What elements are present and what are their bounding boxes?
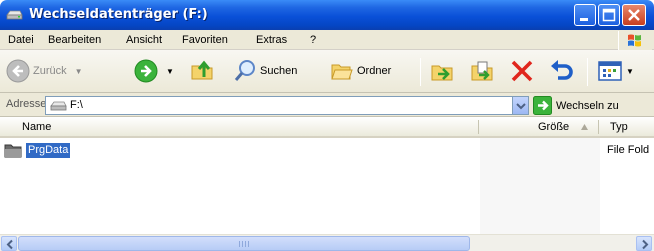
minimize-icon [580,18,588,21]
address-dropdown-button[interactable] [512,97,528,114]
menu-bar: Datei Bearbeiten Ansicht Favoriten Extra… [0,30,654,50]
undo-icon [551,60,573,80]
search-button[interactable]: Suchen [233,59,297,83]
forward-dropdown-icon[interactable]: ▼ [166,67,174,76]
toolbar-separator [420,58,421,86]
address-bar: Adresse F:\ Wechseln zu [0,93,654,117]
menu-datei[interactable]: Datei [8,34,34,46]
go-label: Wechseln zu [556,99,619,112]
maximize-button[interactable] [598,4,620,26]
delete-button[interactable] [509,58,535,84]
removable-drive-icon [6,10,23,20]
column-size[interactable]: Größe [538,121,569,133]
move-to-button[interactable] [430,58,456,84]
close-icon [628,9,640,21]
chevron-right-icon [642,239,649,250]
back-label: Zurück [33,65,67,77]
views-icon [598,61,622,81]
menu-bearbeiten[interactable]: Bearbeiten [48,34,101,46]
toolbar-separator [587,58,588,86]
column-type[interactable]: Typ [610,121,628,133]
views-dropdown-icon[interactable]: ▼ [626,67,634,76]
menu-ansicht[interactable]: Ansicht [126,34,162,46]
back-button[interactable]: Zurück ▼ [6,59,83,83]
folders-button[interactable]: Ordner [330,59,391,83]
menu-favoriten[interactable]: Favoriten [182,34,228,46]
chevron-left-icon [6,239,13,250]
minimize-button[interactable] [574,4,596,26]
close-button[interactable] [622,4,646,26]
address-input[interactable]: F:\ [45,96,529,115]
scroll-grip [239,241,251,247]
standard-toolbar: Zurück ▼ ▼ Suchen Ordner ▼ [0,50,654,93]
forward-button[interactable]: ▼ [134,59,174,83]
column-divider[interactable] [598,120,599,134]
copy-to-button[interactable] [470,58,496,84]
address-label: Adresse [6,98,47,110]
up-folder-button[interactable] [190,57,216,83]
scroll-left-button[interactable] [1,236,17,251]
address-value: F:\ [70,99,83,111]
horizontal-scrollbar[interactable] [0,234,654,251]
folder-icon [4,144,22,158]
undo-button[interactable] [548,58,574,84]
removable-drive-icon [50,101,67,111]
folders-label: Ordner [357,65,392,77]
menu-help[interactable]: ? [310,34,316,46]
sort-ascending-icon [581,124,588,130]
scroll-right-button[interactable] [636,236,652,251]
folder-up-icon [191,60,213,80]
back-arrow-icon [6,59,30,83]
menu-extras[interactable]: Extras [256,34,287,46]
delete-icon [511,60,533,82]
folders-icon [331,64,353,80]
list-item-type: File Fold [607,144,650,156]
title-bar[interactable]: Wechseldatenträger (F:) [0,0,654,30]
forward-arrow-icon [134,59,158,83]
search-icon [234,60,255,81]
scroll-thumb[interactable] [18,236,470,251]
copy-to-folder-icon [471,61,493,81]
window-title: Wechseldatenträger (F:) [29,7,208,22]
file-list[interactable]: PrgData File Fold [0,138,654,234]
column-name[interactable]: Name [22,121,51,133]
back-dropdown-icon[interactable]: ▼ [75,67,83,76]
column-header-row: Name Größe Typ [0,117,654,138]
views-button[interactable]: ▼ [597,58,634,84]
move-to-folder-icon [431,65,453,81]
go-button[interactable]: Wechseln zu [533,96,619,115]
search-label: Suchen [260,65,298,77]
column-divider[interactable] [478,120,479,134]
chevron-down-icon [516,103,526,110]
windows-flag-icon [628,34,641,47]
list-item[interactable]: PrgData File Fold [4,142,654,160]
windows-logo [618,31,652,50]
maximize-icon [602,8,616,22]
list-item-name[interactable]: PrgData [26,143,71,158]
go-arrow-icon [533,96,552,115]
